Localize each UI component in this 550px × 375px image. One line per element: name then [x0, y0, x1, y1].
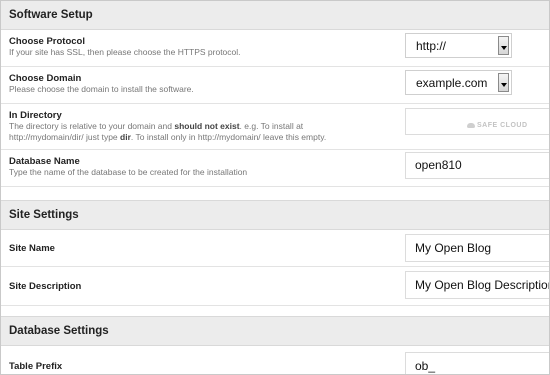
section-header-software-setup: Software Setup [1, 1, 549, 30]
in-directory-label: In Directory [9, 110, 62, 121]
row-choose-protocol: Choose Protocol If your site has SSL, th… [1, 30, 549, 67]
cloud-icon [467, 122, 475, 128]
protocol-select-value: http:// [416, 39, 447, 53]
section-header-site-settings: Site Settings [1, 200, 549, 230]
database-name-label: Database Name [9, 156, 80, 167]
choose-protocol-label: Choose Protocol [9, 36, 86, 47]
database-name-input[interactable]: open810 [405, 152, 549, 179]
domain-select[interactable]: example.com [405, 70, 512, 95]
chevron-down-icon[interactable] [498, 36, 509, 55]
protocol-select[interactable]: http:// [405, 33, 512, 58]
row-site-name: Site Name My Open Blog [1, 230, 549, 267]
spacer [1, 187, 549, 200]
section-header-database-settings: Database Settings [1, 316, 549, 346]
row-choose-domain: Choose Domain Please choose the domain t… [1, 67, 549, 104]
row-site-description: Site Description My Open Blog Descriptio… [1, 267, 549, 306]
safe-cloud-watermark: SAFE CLOUD [467, 122, 528, 129]
spacer [1, 306, 549, 316]
row-in-directory: In Directory The directory is relative t… [1, 104, 549, 150]
database-name-desc: Type the name of the database to be crea… [9, 167, 248, 177]
site-name-input[interactable]: My Open Blog [405, 234, 549, 262]
site-description-input[interactable]: My Open Blog Description [405, 271, 549, 299]
chevron-down-icon[interactable] [498, 73, 509, 92]
choose-domain-desc: Please choose the domain to install the … [9, 84, 194, 94]
choose-domain-label: Choose Domain [9, 73, 82, 84]
table-prefix-input[interactable]: ob_ [405, 352, 549, 374]
row-database-name: Database Name Type the name of the datab… [1, 150, 549, 187]
domain-select-value: example.com [416, 76, 488, 90]
in-directory-desc: The directory is relative to your domain… [9, 121, 327, 142]
site-description-label: Site Description [9, 281, 82, 292]
table-prefix-label: Table Prefix [9, 361, 63, 372]
site-name-label: Site Name [9, 243, 55, 254]
choose-protocol-desc: If your site has SSL, then please choose… [9, 47, 241, 57]
installer-form: Software Setup Choose Protocol If your s… [0, 0, 550, 375]
row-table-prefix: Table Prefix ob_ [1, 346, 549, 374]
